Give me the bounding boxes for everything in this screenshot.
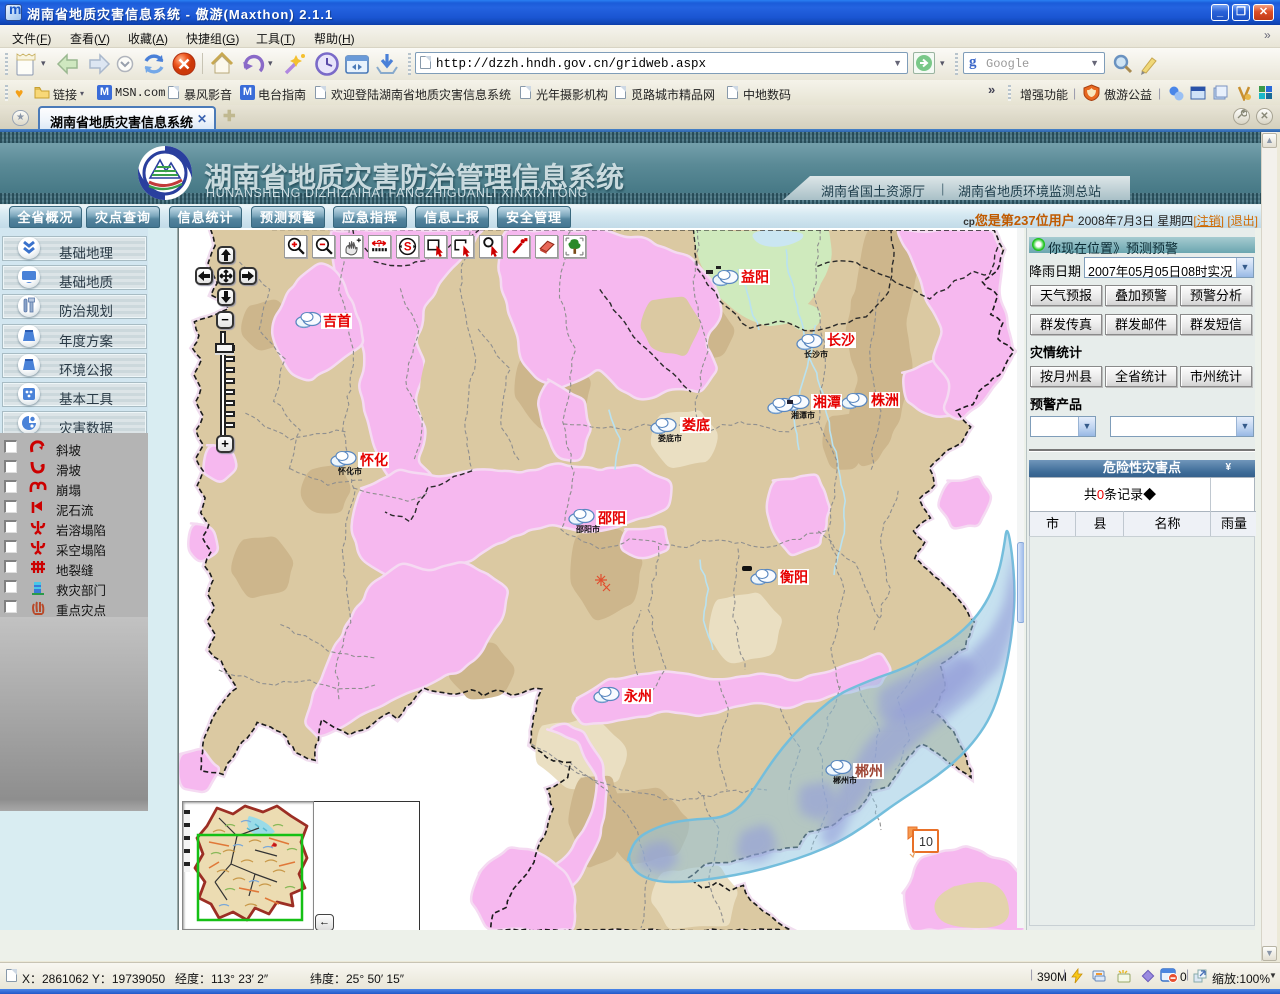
svg-text:长沙市: 长沙市 [804, 349, 828, 359]
svg-text:吉首: 吉首 [323, 313, 351, 329]
svg-text:怀化: 怀化 [360, 452, 388, 468]
svg-text:?: ? [376, 239, 382, 250]
svg-text:郴州: 郴州 [855, 763, 883, 779]
svg-text:衡阳: 衡阳 [780, 569, 808, 585]
svg-text:湘潭: 湘潭 [813, 394, 841, 410]
svg-text:湘潭市: 湘潭市 [791, 410, 815, 420]
svg-text:永州: 永州 [623, 688, 652, 704]
svg-text:怀化市: 怀化市 [338, 466, 362, 476]
svg-text:10: 10 [919, 835, 933, 849]
svg-text:株洲: 株洲 [871, 392, 899, 408]
svg-text:益阳: 益阳 [741, 269, 769, 285]
svg-text:S: S [404, 242, 412, 254]
svg-text:娄底市: 娄底市 [658, 433, 682, 443]
svg-text:郴州市: 郴州市 [833, 775, 857, 785]
svg-text:邵阳: 邵阳 [597, 510, 626, 526]
svg-text:娄底: 娄底 [682, 417, 710, 433]
svg-text:邵阳市: 邵阳市 [575, 524, 600, 534]
svg-text:长沙: 长沙 [827, 332, 855, 348]
